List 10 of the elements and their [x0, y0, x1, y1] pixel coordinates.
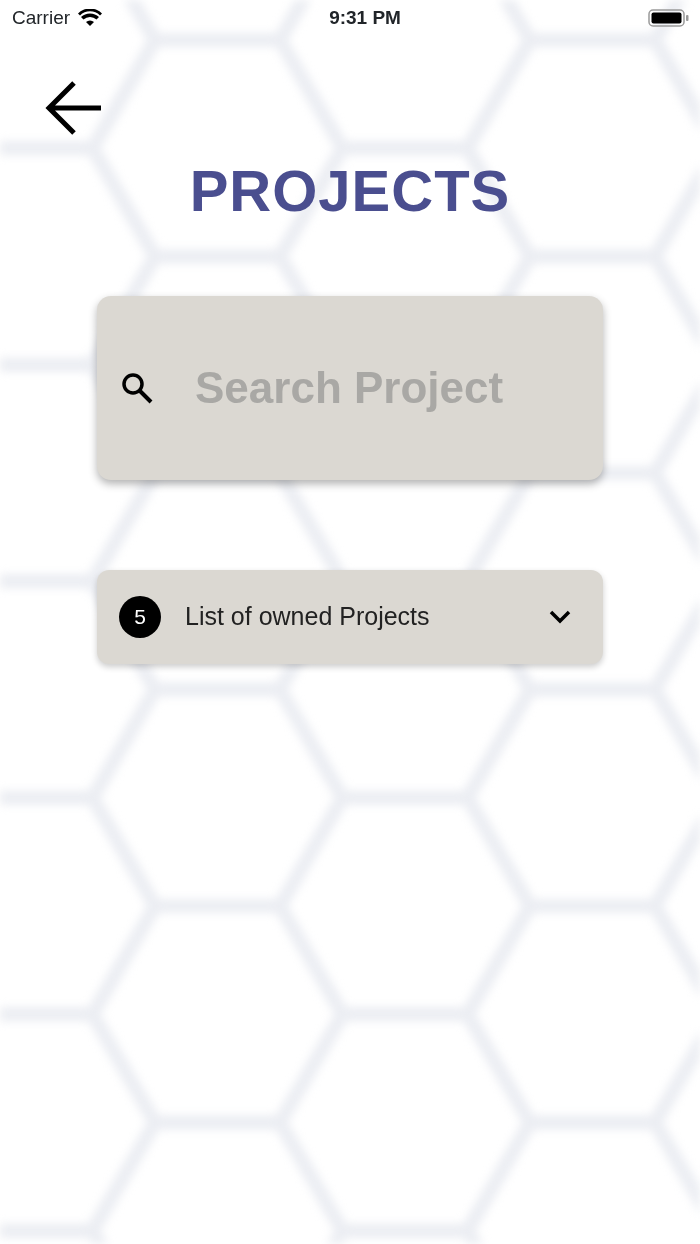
count-badge: 5 — [119, 595, 161, 638]
battery-icon — [648, 8, 690, 28]
projects-dropdown[interactable]: 5 List of owned Projects — [97, 569, 603, 664]
back-arrow-icon[interactable] — [45, 80, 103, 136]
chevron-down-icon — [549, 609, 571, 624]
clock-time: 9:31 PM — [329, 5, 401, 30]
search-icon — [121, 371, 153, 404]
carrier-label: Carrier — [12, 5, 71, 30]
wifi-icon — [78, 9, 103, 27]
page-title: PROJECTS — [189, 157, 511, 225]
